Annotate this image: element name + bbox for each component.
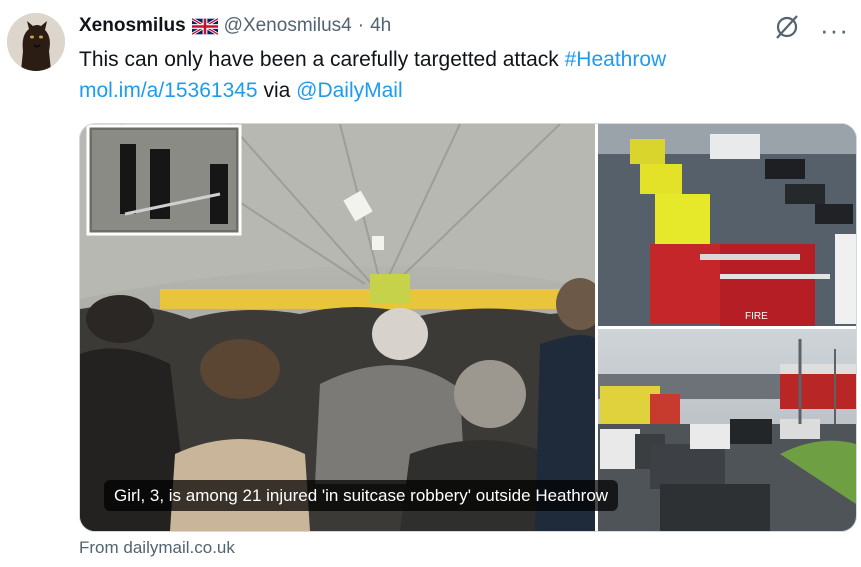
grok-icon[interactable]: [772, 12, 802, 47]
more-icon[interactable]: ···: [820, 17, 849, 43]
timestamp[interactable]: 4h: [370, 15, 391, 37]
panther-avatar-icon: [7, 13, 65, 71]
car-park-photo: [598, 329, 856, 531]
uk-flag-icon: [190, 16, 219, 36]
mention-link[interactable]: @DailyMail: [296, 79, 403, 102]
tweet-actions: ···: [772, 12, 849, 47]
author-handle[interactable]: @Xenosmilus4: [224, 15, 352, 37]
link-card[interactable]: FIRE Girl, 3, is among 21 injured 'in su…: [79, 123, 857, 532]
author-name[interactable]: Xenosmilus: [79, 15, 186, 37]
fire-engine-photo: FIRE: [598, 124, 856, 326]
card-caption: Girl, 3, is among 21 injured 'in suitcas…: [104, 480, 619, 511]
card-source[interactable]: From dailymail.co.uk: [79, 538, 235, 558]
fire-label: FIRE: [745, 311, 768, 322]
avatar[interactable]: [7, 13, 65, 71]
card-image: FIRE: [80, 124, 856, 531]
hashtag-link[interactable]: #Heathrow: [565, 48, 667, 71]
via-text: via: [257, 79, 297, 102]
tunnel-photo: [80, 124, 604, 531]
separator-dot: ·: [357, 15, 365, 36]
article-link[interactable]: mol.im/a/15361345: [79, 79, 258, 102]
tweet-body: This can only have been a carefully targ…: [79, 48, 565, 71]
tweet-text: This can only have been a carefully targ…: [79, 44, 839, 106]
tweet-header: Xenosmilus @Xenosmilus4 · 4h: [79, 13, 391, 39]
